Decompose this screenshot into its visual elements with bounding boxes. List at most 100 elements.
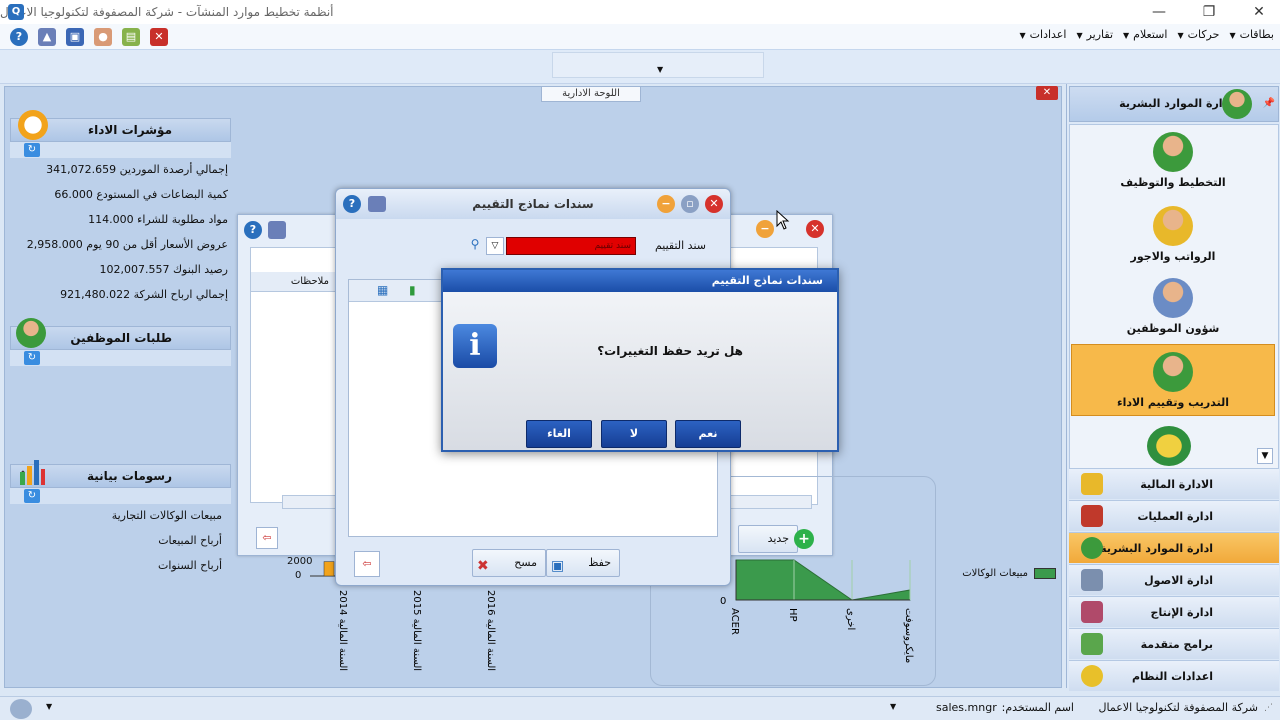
legend-label: مبيعات الوكالات	[962, 568, 1028, 579]
users-icon[interactable]	[10, 699, 32, 719]
graduation-icon[interactable]: ▲	[38, 28, 56, 46]
hr-icon	[1222, 89, 1252, 119]
nav-module-finance[interactable]: الادارة المالية	[1069, 468, 1279, 499]
nav-module-advanced[interactable]: برامج متقدمة	[1069, 628, 1279, 659]
menu-item-settings[interactable]: اعدادات▼	[1020, 28, 1067, 41]
menu-item-cards[interactable]: بطاقات▼	[1229, 28, 1274, 41]
message-text: هل تريد حفظ التغييرات؟	[597, 344, 743, 358]
y-tick-label: 0	[720, 596, 726, 607]
notes-column-header[interactable]: ملاحظات	[251, 272, 335, 292]
menu-bar: بطاقات▼ حركات▼ استعلام▼ تقارير▼ اعدادات▼	[1020, 28, 1274, 41]
app-logo-icon: Q	[8, 4, 24, 20]
hr-icon	[1081, 537, 1103, 559]
scroll-down-icon[interactable]: ▼	[1257, 448, 1273, 464]
restore-icon[interactable]: ▫	[681, 195, 699, 213]
nav-header: ادارة الموارد البشرية 📌	[1069, 86, 1279, 122]
agency-chart: ACER HP اخرى مايكروسوفت 0	[700, 556, 940, 684]
x-tick-label: ACER	[729, 608, 740, 635]
close-icon[interactable]: ✕	[806, 220, 824, 238]
x-tick-label: السنة المالية 2015	[411, 590, 422, 671]
info-icon: i	[453, 324, 497, 368]
document-icon[interactable]: ▤	[122, 28, 140, 46]
nav-module-system-settings[interactable]: اعدادات النظام	[1069, 660, 1279, 691]
area-series	[735, 559, 911, 601]
graduation-icon[interactable]	[368, 196, 386, 212]
windows-icon[interactable]: ▣	[66, 28, 84, 46]
x-tick-label: اخرى	[845, 608, 856, 630]
chart-icon[interactable]: ▮	[409, 283, 416, 297]
nav-item-planning[interactable]: التخطيط والتوظيف	[1071, 132, 1275, 189]
search-icon[interactable]: ⚲	[466, 237, 484, 255]
dashboard-close-button[interactable]: ✕	[1036, 86, 1058, 100]
help-icon[interactable]: ?	[244, 221, 262, 239]
help-icon[interactable]: ?	[343, 195, 361, 213]
ribbon-dropdown[interactable]: ▼	[552, 52, 764, 78]
message-title: سندات نماذج التقييم	[711, 274, 823, 287]
refresh-icon[interactable]: ↻	[24, 489, 40, 503]
user-icon[interactable]: ●	[94, 28, 112, 46]
kpi-row: عروض الأسعار أقل من 90 يوم 2,958.000	[26, 238, 228, 251]
table-icon[interactable]: ▦	[377, 283, 388, 297]
nav-module-operations[interactable]: ادارة العمليات	[1069, 500, 1279, 531]
clear-button[interactable]: مسح ✖	[472, 549, 546, 577]
nav-module-assets[interactable]: ادارة الاصول	[1069, 564, 1279, 595]
close-icon[interactable]: ✕	[705, 195, 723, 213]
chart-link-agency-sales[interactable]: مبيعات الوكالات التجارية	[14, 506, 222, 526]
operations-icon	[1081, 505, 1103, 527]
tab-dashboard[interactable]: اللوحة الادارية	[541, 86, 641, 102]
nav-item-payroll[interactable]: الرواتب والاجور	[1071, 206, 1275, 263]
notes-grid[interactable]: ملاحظات	[250, 247, 336, 503]
nav-module-production[interactable]: ادارة الإنتاج	[1069, 596, 1279, 627]
floppy-icon: ▣	[551, 558, 565, 574]
chevron-down-icon[interactable]: ▼	[890, 702, 896, 711]
save-button[interactable]: حفظ ▣	[546, 549, 620, 577]
cancel-button[interactable]: الغاء	[526, 420, 592, 448]
nav-module-hr[interactable]: ادارة الموارد البشرية	[1069, 532, 1279, 563]
assets-icon	[1081, 569, 1103, 591]
employees-panel-toolbar	[10, 350, 231, 366]
employee-affairs-icon	[1153, 278, 1193, 318]
minimize-icon[interactable]: −	[657, 195, 675, 213]
exit-door-icon[interactable]: ⇦	[354, 551, 380, 577]
kpi-row: إجمالي أرصدة الموردين 341,072.659	[46, 163, 228, 176]
kpi-panel-toolbar	[10, 142, 231, 158]
pin-icon[interactable]: 📌	[1262, 87, 1276, 121]
chevron-down-icon[interactable]: ▽	[486, 237, 504, 255]
production-icon	[1081, 601, 1103, 623]
chart-link-yearly-profit[interactable]: أرباح السنوات	[14, 556, 222, 576]
nav-item-training[interactable]: التدريب وتقييم الاداء	[1071, 352, 1275, 409]
exit-door-icon[interactable]: ⇦	[256, 527, 278, 549]
charts-panel-toolbar	[10, 488, 231, 504]
menu-item-query[interactable]: استعلام▼	[1123, 28, 1167, 41]
chart-bar	[323, 561, 335, 577]
refresh-icon[interactable]: ↻	[24, 143, 40, 157]
no-button[interactable]: لا	[601, 420, 667, 448]
nav-item-employee-affairs[interactable]: شؤون الموظفين	[1071, 278, 1275, 335]
finance-icon	[1081, 473, 1103, 495]
chevron-down-icon[interactable]: ▼	[46, 702, 52, 711]
payroll-icon	[1153, 206, 1193, 246]
kpi-row: مواد مطلوبة للشراء 114.000	[88, 213, 228, 226]
minimize-window-button[interactable]: —	[1144, 2, 1174, 22]
gear-icon[interactable]	[1147, 426, 1191, 466]
evaluation-select[interactable]: سند تقييم	[506, 237, 636, 255]
mouse-cursor	[776, 209, 790, 230]
chart-link-sales-profit[interactable]: أرباح المبيعات	[14, 531, 222, 551]
restore-window-button[interactable]: ❐	[1194, 2, 1224, 22]
minimize-icon[interactable]: −	[756, 220, 774, 238]
refresh-icon[interactable]: ↻	[24, 351, 40, 365]
charts-panel-title: رسومات بيانية	[87, 469, 172, 483]
clear-icon: ✖	[477, 558, 489, 574]
help-icon[interactable]: ?	[10, 28, 28, 46]
settings-icon	[1081, 665, 1103, 687]
user-label: اسم المستخدم:	[1001, 701, 1074, 714]
confirm-message-box: سندات نماذج التقييم i هل تريد حفظ التغيي…	[441, 268, 839, 452]
exit-icon[interactable]: ✕	[150, 28, 168, 46]
x-tick-label: السنة المالية 2016	[485, 590, 496, 671]
close-window-button[interactable]: ✕	[1244, 2, 1274, 22]
kpi-row: كمية البضاعات في المستودع 66.000	[54, 188, 228, 201]
menu-item-reports[interactable]: تقارير▼	[1076, 28, 1113, 41]
yes-button[interactable]: نعم	[675, 420, 741, 448]
menu-item-transactions[interactable]: حركات▼	[1177, 28, 1219, 41]
graduation-icon[interactable]	[268, 221, 286, 239]
